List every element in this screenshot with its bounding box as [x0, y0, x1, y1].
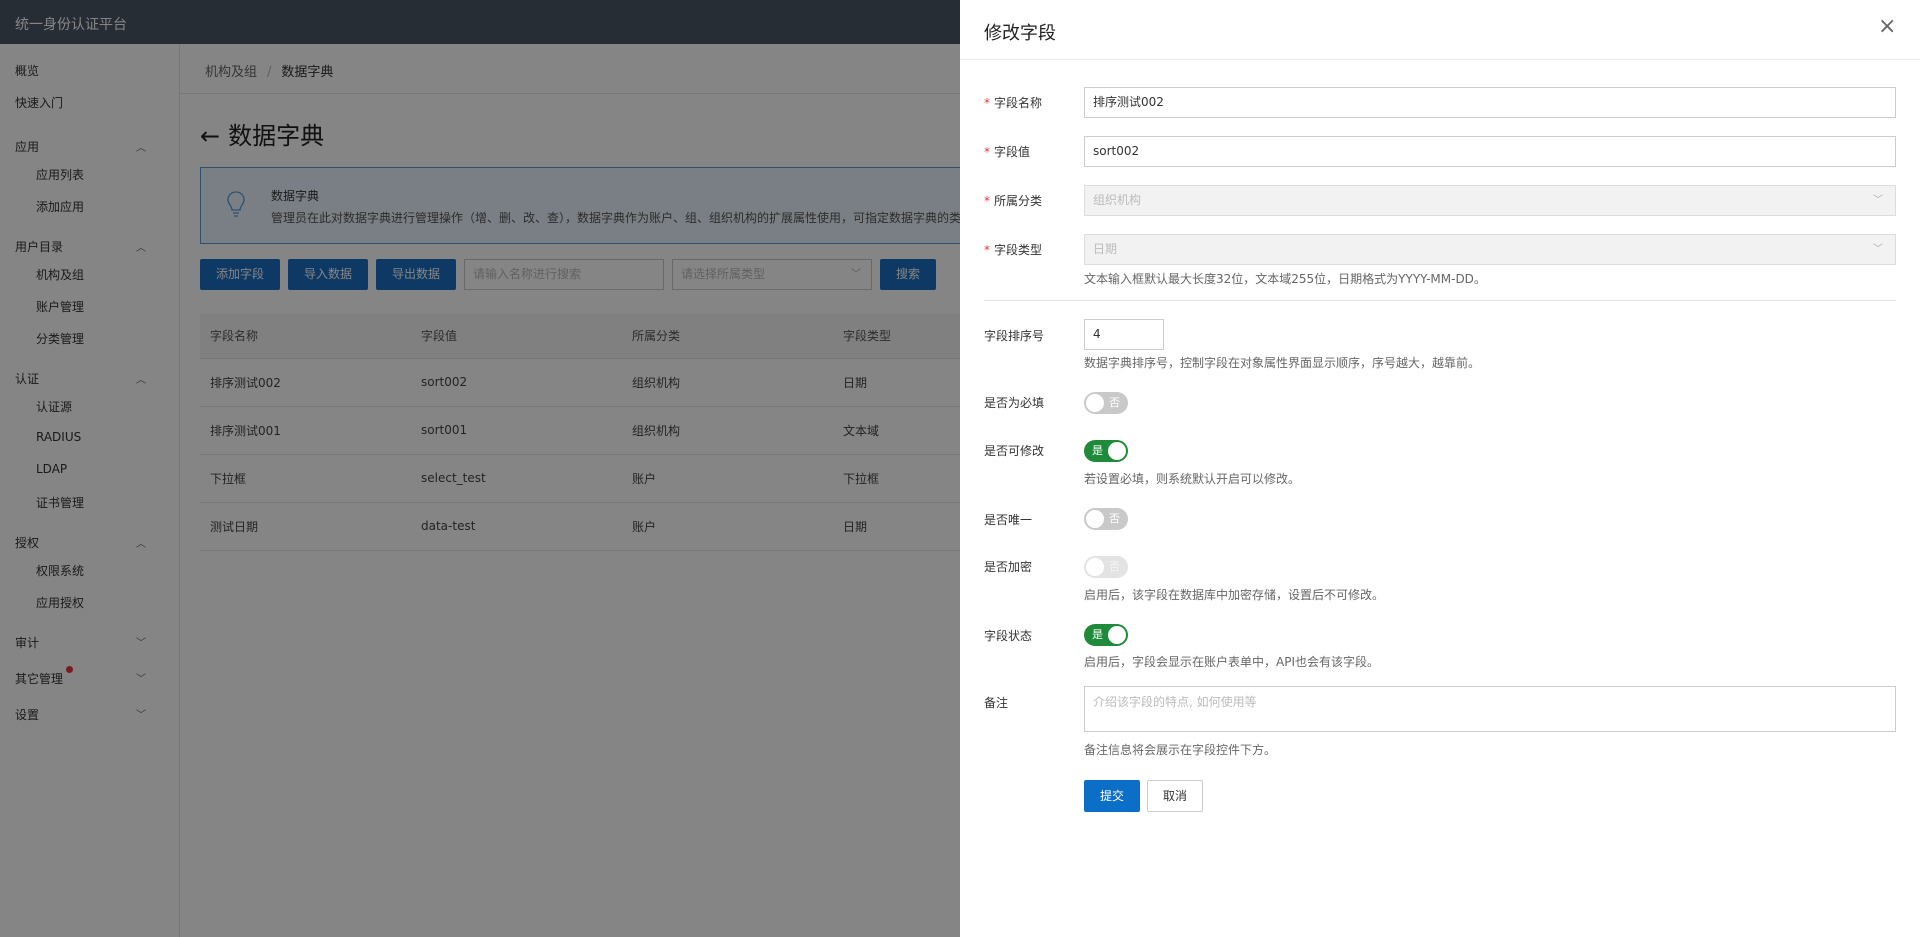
chevron-down-icon: ﹀	[1873, 244, 1883, 255]
sort-number-label: 字段排序号	[984, 329, 1045, 343]
status-hint: 启用后，字段会显示在账户表单中，API也会有该字段。	[1084, 655, 1379, 669]
toggle-knob	[1108, 442, 1126, 460]
toggle-state: 是	[1092, 628, 1103, 641]
category-select: 组织机构 ﹀	[1084, 185, 1896, 216]
remark-label: 备注	[984, 696, 1009, 710]
toggle-state: 否	[1109, 396, 1120, 409]
required-marker: *	[984, 96, 990, 110]
toggle-knob	[1086, 510, 1104, 528]
field-type-hint: 文本输入框默认最大长度32位，文本域255位，日期格式为YYYY-MM-DD。	[1084, 272, 1486, 286]
field-name-label: * 字段名称	[984, 96, 1043, 110]
toggle-state: 否	[1109, 512, 1120, 525]
field-name-input[interactable]: 排序测试002	[1084, 87, 1896, 118]
remark-hint: 备注信息将会展示在字段控件下方。	[1084, 743, 1277, 757]
field-type-select-value: 日期	[1093, 242, 1118, 256]
submit-button[interactable]: 提交	[1084, 780, 1140, 812]
encrypt-switch-label: 是否加密	[984, 560, 1033, 574]
close-icon[interactable]: ×	[1878, 16, 1896, 38]
toggle-state: 否	[1109, 560, 1120, 573]
unique-toggle[interactable]: 否	[1084, 508, 1128, 530]
category-label: * 所属分类	[984, 194, 1043, 208]
remark-textarea[interactable]: 介绍该字段的特点, 如何使用等	[1084, 686, 1896, 732]
encrypt-hint: 启用后，该字段在数据库中加密存储，设置后不可修改。	[1084, 588, 1385, 602]
required-switch-label: 是否为必填	[984, 396, 1045, 410]
category-select-value: 组织机构	[1093, 193, 1142, 207]
field-type-label: * 字段类型	[984, 243, 1043, 257]
required-marker: *	[984, 243, 990, 257]
field-value-input[interactable]: sort002	[1084, 136, 1896, 167]
required-marker: *	[984, 194, 990, 208]
toggle-knob	[1086, 558, 1104, 576]
modal-backdrop[interactable]	[0, 0, 960, 937]
editable-switch-label: 是否可修改	[984, 444, 1045, 458]
required-toggle[interactable]: 否	[1084, 392, 1128, 414]
status-toggle[interactable]: 是	[1084, 624, 1128, 646]
edit-field-drawer: 修改字段 × * 字段名称 排序测试002 * 字段值 sort002 * 所属分类 …	[960, 0, 1920, 937]
editable-hint: 若设置必填，则系统默认开启可以修改。	[1084, 472, 1301, 486]
chevron-down-icon: ﹀	[1873, 195, 1883, 206]
toggle-knob	[1086, 394, 1104, 412]
toggle-knob	[1108, 626, 1126, 644]
field-type-select: 日期 ﹀	[1084, 234, 1896, 265]
sort-number-input[interactable]: 4	[1084, 319, 1164, 350]
divider	[984, 300, 1896, 301]
drawer-title: 修改字段	[984, 23, 1056, 44]
unique-switch-label: 是否唯一	[984, 513, 1033, 527]
field-value-label: * 字段值	[984, 145, 1031, 159]
toggle-state: 是	[1092, 444, 1103, 457]
required-marker: *	[984, 145, 990, 159]
encrypt-toggle: 否	[1084, 556, 1128, 578]
drawer-header: 修改字段 ×	[960, 0, 1920, 60]
sort-number-hint: 数据字典排序号，控制字段在对象属性界面显示顺序，序号越大，越靠前。	[1084, 356, 1481, 370]
editable-toggle[interactable]: 是	[1084, 440, 1128, 462]
cancel-button[interactable]: 取消	[1147, 780, 1203, 812]
status-switch-label: 字段状态	[984, 629, 1033, 643]
